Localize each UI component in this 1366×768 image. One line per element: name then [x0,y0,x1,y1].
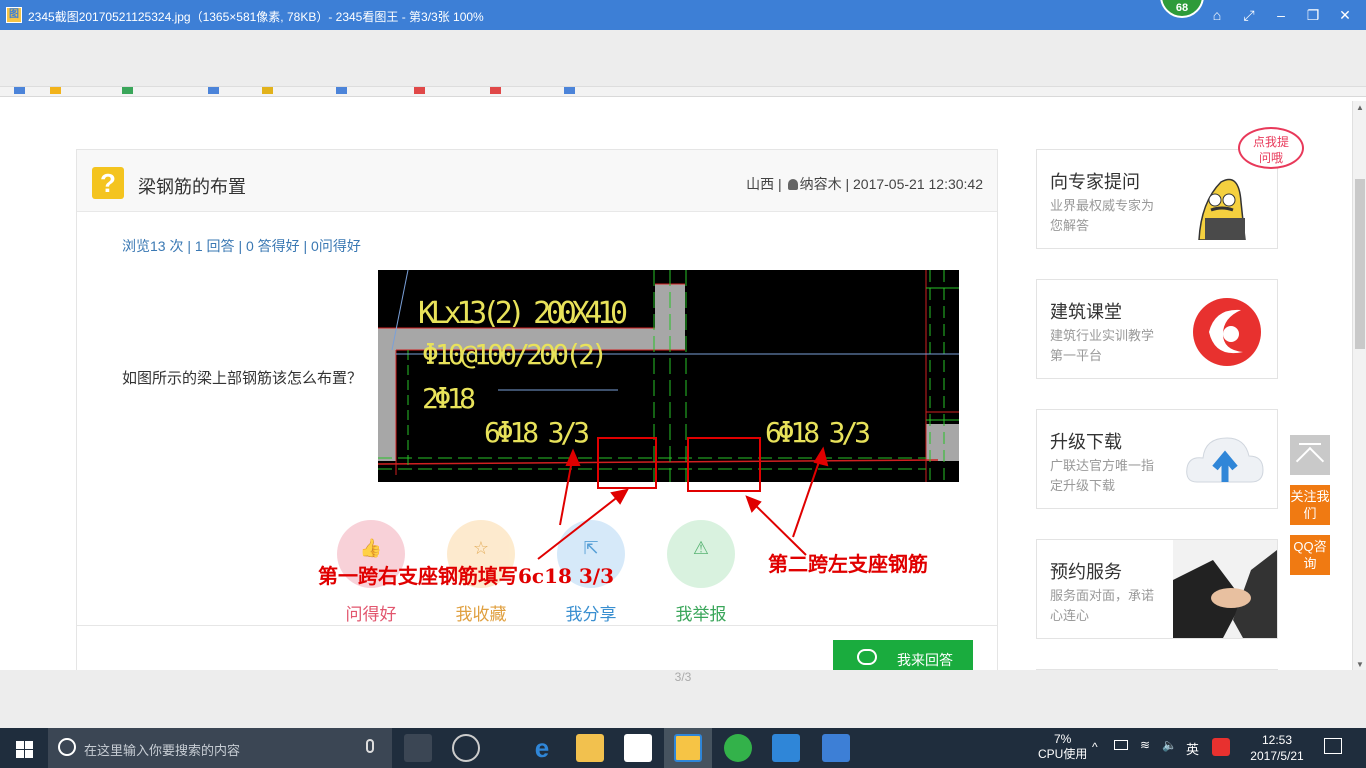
windows-logo-icon [16,741,24,749]
windows-logo-icon [25,741,33,749]
close-button[interactable]: ✕ [1336,6,1354,24]
card-classroom-subtitle: 建筑行业实训教学第一平台 [1050,328,1155,363]
clock[interactable]: 12:53 2017/5/21 [1244,732,1310,764]
skin-icon[interactable]: ⌂ [1208,6,1226,24]
displayed-image: ▲ ▼ ? 梁钢筋的布置 山西 | 纳容木 | 2017-05-21 12:30… [0,86,1366,670]
window-title: 2345截图20170521125324.jpg（1365×581像素, 78K… [28,10,484,24]
fullscreen-icon[interactable]: ⤢ [1240,6,1258,24]
clock-time: 12:53 [1261,733,1293,747]
cortana-icon [58,738,76,756]
app-tools-icon[interactable] [822,734,850,762]
highlight-box-right [687,437,761,492]
highlight-box-left [597,437,657,489]
back-to-top-icon [1299,443,1321,445]
page-indicator: 3/3 [674,670,692,684]
card-next[interactable] [1036,669,1278,670]
card-download-subtitle: 广联达官方唯一指定升级下载 [1050,458,1155,493]
windows-logo-icon [16,750,24,758]
classroom-logo-icon [1179,292,1269,370]
card-service-subtitle: 服务面对面，承诺心连心 [1050,588,1155,623]
minimize-button[interactable]: – [1272,6,1290,24]
battery-icon[interactable] [1114,740,1128,750]
viewer-app-icon: 图 [6,7,22,23]
card-download-title: 升级下载 [1050,432,1122,452]
viewer-titlebar: 图 2345截图20170521125324.jpg（1365×581像素, 7… [0,0,1366,30]
start-button[interactable] [0,728,48,768]
card-service[interactable]: 预约服务 服务面对面，承诺心连心 [1036,539,1278,639]
cloud-upload-icon [1179,422,1269,500]
annotation-left: 第一跨右支座钢筋填写6c18 3/3 [318,564,615,588]
microphone-icon[interactable] [366,739,374,753]
taskbar-search[interactable]: 在这里输入你要搜索的内容 [48,728,392,768]
windows-logo-icon [25,750,33,758]
ask-bubble-text: 点我提问哦 [1252,135,1289,165]
browser-2345-icon[interactable] [724,734,752,762]
card-classroom-title: 建筑课堂 [1050,302,1122,322]
annotation-arrows [537,446,829,560]
store-icon[interactable] [624,734,652,762]
back-to-top-button[interactable] [1290,435,1330,476]
file-explorer-icon[interactable] [576,734,604,762]
annotation-right: 第二跨左支座钢筋 [768,552,928,576]
search-placeholder: 在这里输入你要搜索的内容 [84,743,241,758]
card-expert-subtitle: 业界最权威专家为您解答 [1050,198,1155,233]
browser-swirl-icon[interactable] [452,734,480,762]
taskbar: 在这里输入你要搜索的内容 e 7% CPU使用 ^ ≋ 🔈 英 12:53 20… [0,728,1366,768]
cpu-label: CPU使用 [1038,747,1088,761]
card-service-title: 预约服务 [1050,562,1122,582]
up-chevron-icon [1295,446,1325,476]
edge-icon[interactable]: e [528,734,556,762]
expert-mascot-icon [1179,162,1269,241]
handshake-image [1173,540,1277,638]
follow-us-button[interactable]: 关注我们 [1290,485,1330,525]
cpu-monitor[interactable]: 7% CPU使用 [1038,732,1087,762]
card-expert[interactable]: 向专家提问 业界最权威专家为您解答 [1036,149,1278,249]
qq-consult-button[interactable]: QQ咨询 [1290,535,1330,575]
tray-chevron-icon[interactable]: ^ [1092,740,1098,754]
ime-indicator[interactable]: 英 [1186,739,1199,758]
clock-date: 2017/5/21 [1250,749,1304,763]
maximize-button[interactable]: ❐ [1304,6,1322,24]
card-expert-title: 向专家提问 [1050,172,1140,192]
score-badge[interactable]: 68 [1160,0,1204,18]
ask-bubble[interactable]: 点我提问哦 [1238,127,1304,169]
task-view-icon[interactable] [404,734,432,762]
volume-icon[interactable]: 🔈 [1162,738,1177,752]
image-viewer-icon[interactable] [674,734,702,762]
cpu-percent: 7% [1054,732,1072,746]
sogou-ime-icon[interactable] [1212,738,1230,756]
app-blue-icon[interactable] [772,734,800,762]
card-download[interactable]: 升级下载 广联达官方唯一指定升级下载 [1036,409,1278,509]
card-classroom[interactable]: 建筑课堂 建筑行业实训教学第一平台 [1036,279,1278,379]
action-center-icon[interactable] [1324,738,1342,754]
wifi-icon[interactable]: ≋ [1140,738,1150,752]
